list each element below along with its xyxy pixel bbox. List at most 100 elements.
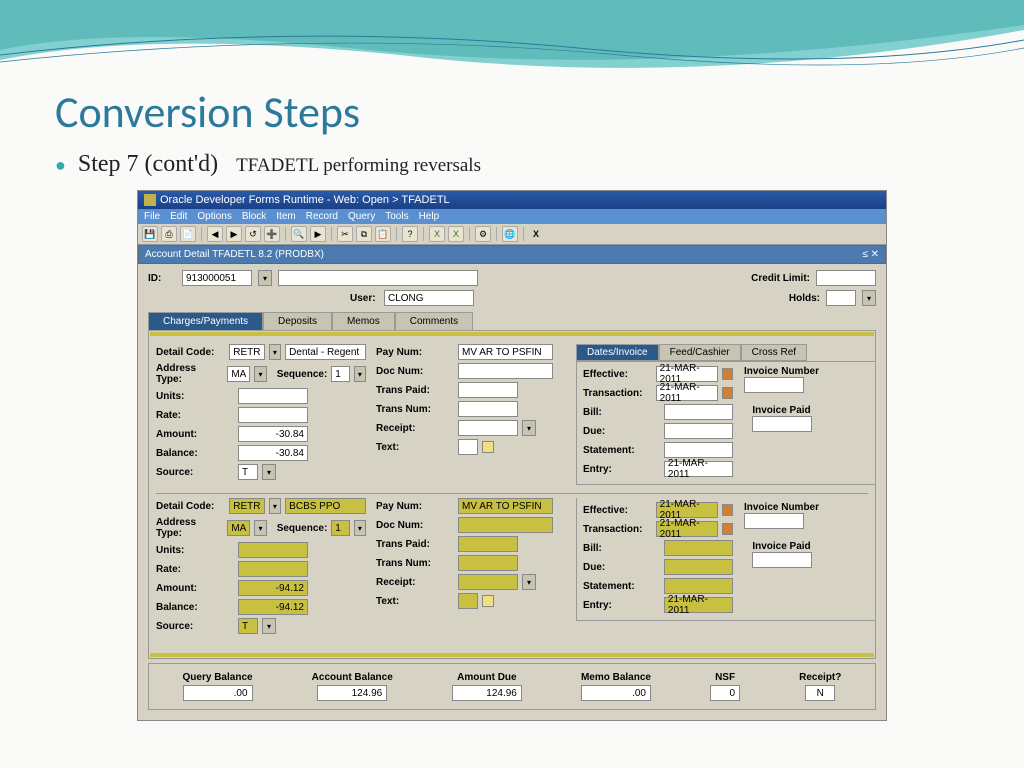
tb-cut-icon[interactable]: ✂: [337, 226, 353, 242]
detail-desc-input[interactable]: Dental - Regent: [285, 344, 366, 360]
credit-limit-input[interactable]: [816, 270, 876, 286]
detail-desc-input[interactable]: BCBS PPO: [285, 498, 366, 514]
trans-paid-input[interactable]: [458, 382, 518, 398]
balance-input[interactable]: -30.84: [238, 445, 308, 461]
tab-memos[interactable]: Memos: [332, 312, 395, 330]
detail-code-input[interactable]: RETR: [229, 344, 264, 360]
right-tab-feed-cashier[interactable]: Feed/Cashier: [659, 344, 741, 361]
pay-num-input[interactable]: MV AR TO PSFIN: [458, 344, 553, 360]
source-input[interactable]: T: [238, 464, 258, 480]
id-input[interactable]: 913000051: [182, 270, 252, 286]
tb-paste-icon[interactable]: 📋: [375, 226, 391, 242]
tb-close-icon[interactable]: X: [529, 226, 543, 242]
rate-input[interactable]: [238, 407, 308, 423]
id-dropdown-icon[interactable]: ▾: [258, 270, 272, 286]
statement-input[interactable]: [664, 578, 733, 594]
effective-input[interactable]: 21-MAR-2011: [656, 366, 719, 382]
menu-item[interactable]: Item: [276, 211, 295, 222]
text-input[interactable]: [458, 439, 478, 455]
text-doc-icon[interactable]: [482, 441, 494, 453]
detail-code-input[interactable]: RETR: [229, 498, 264, 514]
tb-rollback-icon[interactable]: ↺: [245, 226, 261, 242]
rate-input[interactable]: [238, 561, 308, 577]
bill-input[interactable]: [664, 404, 733, 420]
doc-num-input[interactable]: [458, 517, 553, 533]
calendar-icon[interactable]: [722, 387, 733, 399]
holds-dropdown-icon[interactable]: ▾: [862, 290, 876, 306]
menu-file[interactable]: File: [144, 211, 160, 222]
tb-xls2-icon[interactable]: X: [448, 226, 464, 242]
tb-xls-icon[interactable]: X: [429, 226, 445, 242]
id-name-input[interactable]: [278, 270, 478, 286]
invoice-number-input[interactable]: [744, 377, 804, 393]
menu-record[interactable]: Record: [306, 211, 338, 222]
right-tab-dates-invoice[interactable]: Dates/Invoice: [576, 344, 659, 361]
invoice-paid-input[interactable]: [752, 416, 812, 432]
bill-input[interactable]: [664, 540, 733, 556]
due-input[interactable]: [664, 559, 733, 575]
menu-tools[interactable]: Tools: [385, 211, 408, 222]
source-dropdown-icon[interactable]: ▾: [262, 464, 276, 480]
invoice-number-input[interactable]: [744, 513, 804, 529]
tb-query-icon[interactable]: 🔍: [291, 226, 307, 242]
trans-paid-input[interactable]: [458, 536, 518, 552]
subform-controls[interactable]: ≤ ✕: [862, 249, 879, 260]
trans-num-input[interactable]: [458, 555, 518, 571]
menu-query[interactable]: Query: [348, 211, 375, 222]
amount-input[interactable]: -94.12: [238, 580, 308, 596]
address-type-input[interactable]: MA: [227, 366, 250, 382]
sequence-dropdown-icon[interactable]: ▾: [354, 366, 366, 382]
tab-comments[interactable]: Comments: [395, 312, 473, 330]
sequence-input[interactable]: 1: [331, 520, 349, 536]
balance-input[interactable]: -94.12: [238, 599, 308, 615]
menu-block[interactable]: Block: [242, 211, 266, 222]
text-doc-icon[interactable]: [482, 595, 494, 607]
receipt-dropdown-icon[interactable]: ▾: [522, 420, 536, 436]
units-input[interactable]: [238, 388, 308, 404]
address-type-input[interactable]: MA: [227, 520, 250, 536]
text-input[interactable]: [458, 593, 478, 609]
right-tab-cross-ref[interactable]: Cross Ref: [741, 344, 807, 361]
tb-globe-icon[interactable]: 🌐: [502, 226, 518, 242]
tb-prev-icon[interactable]: ◀: [207, 226, 223, 242]
transaction-input[interactable]: 21-MAR-2011: [656, 521, 719, 537]
sequence-dropdown-icon[interactable]: ▾: [354, 520, 366, 536]
pay-num-input[interactable]: MV AR TO PSFIN: [458, 498, 553, 514]
tb-insert-icon[interactable]: ➕: [264, 226, 280, 242]
entry-input[interactable]: 21-MAR-2011: [664, 461, 733, 477]
source-input[interactable]: T: [238, 618, 258, 634]
amount-input[interactable]: -30.84: [238, 426, 308, 442]
tb-exec-icon[interactable]: ▶: [310, 226, 326, 242]
calendar-icon[interactable]: [722, 368, 733, 380]
tb-misc-icon[interactable]: ⚙: [475, 226, 491, 242]
sequence-input[interactable]: 1: [331, 366, 349, 382]
transaction-input[interactable]: 21-MAR-2011: [656, 385, 719, 401]
receipt-input[interactable]: [458, 420, 518, 436]
source-dropdown-icon[interactable]: ▾: [262, 618, 276, 634]
tb-copy-icon[interactable]: ⧉: [356, 226, 372, 242]
menu-help[interactable]: Help: [419, 211, 440, 222]
tb-doc-icon[interactable]: 📄: [180, 226, 196, 242]
detail-code-dropdown-icon[interactable]: ▾: [269, 344, 282, 360]
units-input[interactable]: [238, 542, 308, 558]
calendar-icon[interactable]: [722, 504, 733, 516]
statement-input[interactable]: [664, 442, 733, 458]
detail-code-dropdown-icon[interactable]: ▾: [269, 498, 282, 514]
doc-num-input[interactable]: [458, 363, 553, 379]
tb-save-icon[interactable]: 💾: [142, 226, 158, 242]
tab-charges-payments[interactable]: Charges/Payments: [148, 312, 263, 330]
calendar-icon[interactable]: [722, 523, 733, 535]
tb-help-icon[interactable]: ?: [402, 226, 418, 242]
trans-num-input[interactable]: [458, 401, 518, 417]
menu-edit[interactable]: Edit: [170, 211, 187, 222]
holds-input[interactable]: [826, 290, 856, 306]
due-input[interactable]: [664, 423, 733, 439]
menu-options[interactable]: Options: [197, 211, 231, 222]
invoice-paid-input[interactable]: [752, 552, 812, 568]
tab-deposits[interactable]: Deposits: [263, 312, 332, 330]
receipt-input[interactable]: [458, 574, 518, 590]
address-type-dropdown-icon[interactable]: ▾: [254, 366, 266, 382]
user-input[interactable]: CLONG: [384, 290, 474, 306]
tb-next-icon[interactable]: ▶: [226, 226, 242, 242]
tb-print-icon[interactable]: ⎙: [161, 226, 177, 242]
